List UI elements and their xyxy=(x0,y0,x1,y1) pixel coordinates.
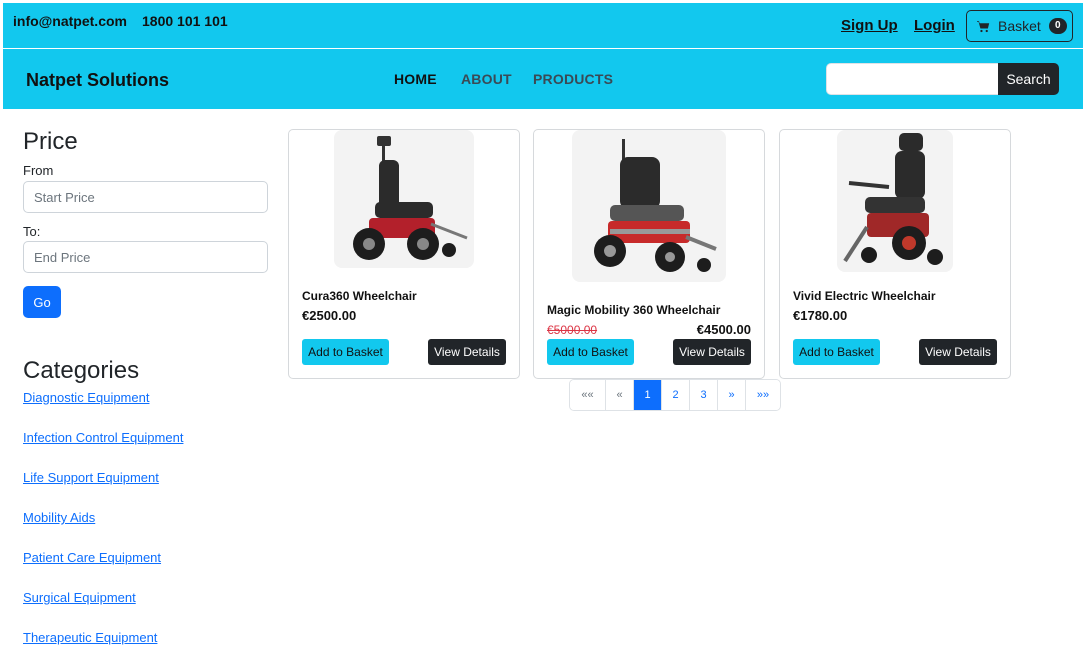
categories-heading: Categories xyxy=(23,357,140,384)
product-price: €1780.00 xyxy=(793,308,848,323)
add-to-basket-button[interactable]: Add to Basket xyxy=(793,339,880,365)
product-name[interactable]: Vivid Electric Wheelchair xyxy=(793,289,936,303)
page-first[interactable]: «« xyxy=(570,380,606,410)
product-name[interactable]: Cura360 Wheelchair xyxy=(302,289,417,303)
category-link-mobility-aids[interactable]: Mobility Aids xyxy=(23,510,268,550)
price-heading: Price xyxy=(23,128,78,155)
page-next[interactable]: » xyxy=(718,380,746,410)
nav-home[interactable]: HOME xyxy=(394,71,437,87)
add-to-basket-button[interactable]: Add to Basket xyxy=(547,339,634,365)
pagination: «« « 1 2 3 » »» xyxy=(569,379,781,411)
nav-about[interactable]: ABOUT xyxy=(461,71,512,87)
category-list: Diagnostic Equipment Infection Control E… xyxy=(23,390,268,653)
add-to-basket-button[interactable]: Add to Basket xyxy=(302,339,389,365)
category-link-life-support[interactable]: Life Support Equipment xyxy=(23,470,268,510)
product-image[interactable] xyxy=(289,130,519,268)
category-link-surgical[interactable]: Surgical Equipment xyxy=(23,590,268,630)
category-link-infection-control[interactable]: Infection Control Equipment xyxy=(23,430,268,470)
category-link-patient-care[interactable]: Patient Care Equipment xyxy=(23,550,268,590)
product-card: Cura360 Wheelchair €2500.00 Add to Baske… xyxy=(288,129,520,379)
top-contact-bar: info@natpet.com 1800 101 101 Sign Up Log… xyxy=(3,3,1083,48)
product-name[interactable]: Magic Mobility 360 Wheelchair xyxy=(547,303,720,317)
page-last[interactable]: »» xyxy=(746,380,780,410)
to-label: To: xyxy=(23,224,41,239)
nav-products[interactable]: PRODUCTS xyxy=(533,71,613,87)
page-1[interactable]: 1 xyxy=(634,380,662,410)
search-button[interactable]: Search xyxy=(998,63,1059,95)
login-link[interactable]: Login xyxy=(914,17,955,34)
basket-button[interactable]: Basket 0 xyxy=(966,10,1073,42)
product-card: Magic Mobility 360 Wheelchair €5000.00 €… xyxy=(533,129,765,379)
view-details-button[interactable]: View Details xyxy=(428,339,506,365)
product-image[interactable] xyxy=(534,130,764,282)
start-price-input[interactable]: Start Price xyxy=(23,181,268,213)
wheelchair-image xyxy=(353,136,468,260)
main-navbar: Natpet Solutions HOME ABOUT PRODUCTS Sea… xyxy=(3,49,1083,109)
view-details-button[interactable]: View Details xyxy=(673,339,751,365)
product-price: €4500.00 xyxy=(696,322,751,337)
wheelchair-image xyxy=(843,133,943,265)
basket-count-badge: 0 xyxy=(1048,18,1067,34)
view-details-button[interactable]: View Details xyxy=(919,339,997,365)
from-label: From xyxy=(23,163,54,178)
signup-link[interactable]: Sign Up xyxy=(841,17,898,34)
brand-logo[interactable]: Natpet Solutions xyxy=(26,70,169,91)
contact-phone: 1800 101 101 xyxy=(142,13,228,29)
category-link-therapeutic[interactable]: Therapeutic Equipment xyxy=(23,630,268,653)
page-2[interactable]: 2 xyxy=(662,380,690,410)
product-old-price: €5000.00 xyxy=(547,323,598,337)
product-card: Vivid Electric Wheelchair €1780.00 Add t… xyxy=(779,129,1011,379)
page-3[interactable]: 3 xyxy=(690,380,718,410)
contact-email: info@natpet.com xyxy=(13,13,127,29)
product-image[interactable] xyxy=(780,130,1010,272)
page-prev[interactable]: « xyxy=(606,380,634,410)
product-price: €2500.00 xyxy=(302,308,357,323)
basket-label: Basket xyxy=(998,18,1041,34)
wheelchair-image xyxy=(594,139,717,272)
end-price-input[interactable]: End Price xyxy=(23,241,268,273)
filter-sidebar: Price From Start Price To: End Price Go … xyxy=(23,128,268,653)
search-input[interactable] xyxy=(826,63,999,95)
category-link-diagnostic[interactable]: Diagnostic Equipment xyxy=(23,390,268,430)
cart-icon xyxy=(977,20,990,32)
go-button[interactable]: Go xyxy=(23,286,61,318)
